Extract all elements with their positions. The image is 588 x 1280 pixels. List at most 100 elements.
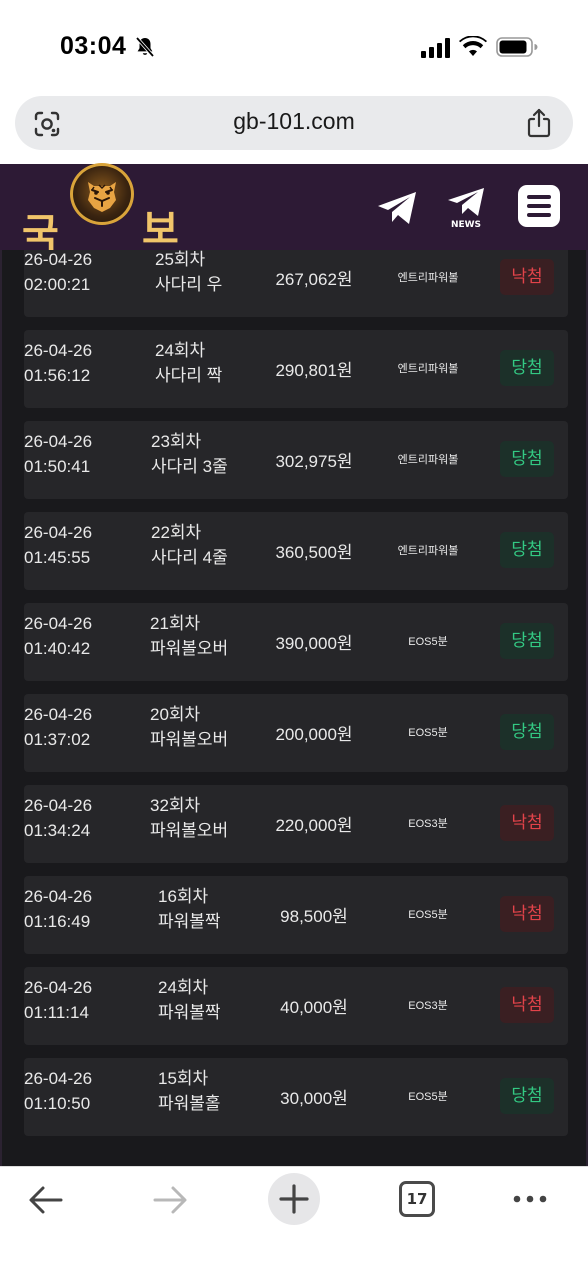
bet-pick: 사다리 3줄 [151, 457, 228, 476]
status-bar: 03:04 [0, 0, 588, 92]
bet-pick: 사다리 4줄 [151, 548, 228, 567]
bet-amount: 290,801원 [275, 361, 353, 380]
bet-date: 26-04-26 [24, 614, 93, 633]
bet-datetime: 26-04-26 02:00:21 [24, 250, 92, 297]
bet-round-pick: 24회차사다리 짝 [155, 338, 222, 388]
bet-round-pick: 23회차 사다리 3줄 [151, 429, 228, 479]
battery-icon [496, 37, 538, 57]
bet-row[interactable]: 26-04-26 01:50:41 23회차 사다리 3줄 302,975원 엔트리파워볼… [24, 421, 568, 499]
bet-round: 15회차 [158, 1069, 209, 1088]
result-badge: 당첨 [500, 1078, 554, 1114]
bet-date: 26-04-26 [24, 978, 93, 997]
bet-round: 24회차 [158, 978, 209, 997]
tiger-face-icon [88, 182, 116, 212]
bet-row[interactable]: 26-04-26 01:37:02 20회차 파워볼오버 200,000원 EOS5분 당첨 [24, 694, 568, 772]
bet-datetime: 26-04-26 01:16:49 [24, 884, 92, 934]
bet-amount: 302,975원 [275, 452, 353, 471]
bet-time: 01:56:12 [24, 366, 91, 385]
bet-row[interactable]: 26-04-26 01:10:50 15회차 파워볼홀 30,000원 EOS5분 당첨 [24, 1058, 568, 1136]
bet-datetime: 26-04-26 01:40:42 [24, 611, 92, 661]
bet-round-pick: 25회차 사다리 우 [155, 250, 222, 297]
game-name: EOS3분 [408, 1000, 448, 1012]
bet-datetime: 26-04-26 01:37:02 [24, 702, 92, 752]
bet-pick: 파워볼오버 [150, 730, 229, 749]
game-name: EOS5분 [408, 909, 448, 921]
bet-row[interactable]: 26-04-26 01:34:24 32회차파워볼오버 220,000원 EOS3분 낙첨 [24, 785, 568, 863]
logo-text-left[interactable]: 국 [22, 214, 59, 254]
url-text[interactable]: gb-101.com [15, 108, 573, 135]
result-badge: 당첨 [500, 350, 554, 386]
bet-date: 26-04-26 [24, 341, 93, 360]
more-options-icon[interactable] [512, 1193, 548, 1205]
bet-round: 21회차 [150, 614, 201, 633]
telegram-icon[interactable] [376, 190, 418, 226]
bet-date: 26-04-26 [24, 432, 93, 451]
bet-pick: 파워볼홀 [158, 1094, 221, 1113]
bet-amount: 220,000원 [275, 816, 353, 835]
bet-pick: 파워볼짝 [158, 1003, 221, 1022]
result-badge: 낙첨 [500, 896, 554, 932]
plus-icon [279, 1184, 309, 1214]
bet-date: 26-04-26 [24, 705, 93, 724]
logo-text-right[interactable]: 보 [142, 210, 179, 250]
bet-round: 24회차 [155, 341, 206, 360]
bet-round: 32회차 [150, 796, 201, 815]
bet-row[interactable]: 26-04-26 01:45:55 22회차 사다리 4줄 360,500원 엔트리파워볼… [24, 512, 568, 590]
address-bar[interactable]: gb-101.com [15, 96, 573, 150]
bet-date: 26-04-26 [24, 523, 93, 542]
bet-time: 01:40:42 [24, 639, 91, 658]
new-tab-button[interactable] [268, 1173, 320, 1225]
news-label: NEWS [450, 220, 482, 230]
bet-row[interactable]: 26-04-26 01:11:14 24회차 파워볼짝 40,000원 EOS3분 낙첨 [24, 967, 568, 1045]
bet-row[interactable]: 26-04-26 01:40:42 21회차 파워볼오버 390,000원 EOS5분 당첨 [24, 603, 568, 681]
bet-round: 22회차 [151, 523, 202, 542]
bet-time: 01:10:50 [24, 1094, 91, 1113]
telegram-news-icon [448, 188, 484, 216]
bet-pick: 사다리 짝 [155, 366, 223, 385]
bet-time: 01:16:49 [24, 912, 91, 931]
bell-off-icon [135, 36, 155, 58]
share-icon[interactable] [525, 108, 553, 138]
bet-amount: 98,500원 [280, 907, 348, 926]
game-name: 엔트리파워볼 [397, 545, 459, 557]
game-name: EOS5분 [408, 727, 448, 739]
bet-time: 01:45:55 [24, 548, 91, 567]
game-name: 엔트리파워볼 [397, 272, 459, 284]
bet-amount: 40,000원 [280, 998, 348, 1017]
bet-round-pick: 20회차 파워볼오버 [150, 702, 228, 752]
bet-time: 01:34:24 [24, 821, 91, 840]
back-arrow-icon[interactable] [28, 1185, 64, 1215]
bet-datetime: 26-04-26 01:11:14 [24, 975, 92, 1025]
bet-row[interactable]: 26-04-26 01:16:49 16회차 파워볼짝 98,500원 EOS5분 낙첨 [24, 876, 568, 954]
tab-switcher-button[interactable]: 17 [399, 1181, 435, 1217]
result-badge: 당첨 [500, 532, 554, 568]
bet-round-pick: 32회차파워볼오버 [150, 793, 228, 843]
tiger-logo-icon[interactable] [70, 163, 134, 225]
bet-datetime: 26-04-26 01:34:24 [24, 793, 92, 843]
bet-time: 01:11:14 [24, 1003, 89, 1022]
bet-datetime: 26-04-26 01:56:12 [24, 338, 92, 388]
forward-arrow-icon[interactable] [152, 1185, 188, 1215]
bet-amount: 30,000원 [280, 1089, 348, 1108]
bet-datetime: 26-04-26 01:50:41 [24, 429, 92, 479]
bet-time: 02:00:21 [24, 275, 91, 294]
bet-amount: 390,000원 [275, 634, 353, 653]
browser-toolbar: 17 [0, 1166, 588, 1280]
game-name: 엔트리파워볼 [397, 363, 459, 375]
bet-row[interactable]: 26-04-26 01:56:12 24회차사다리 짝 290,801원 엔트리파워볼 당… [24, 330, 568, 408]
menu-button[interactable] [518, 185, 560, 227]
bet-date: 26-04-26 [24, 887, 93, 906]
result-badge: 낙첨 [500, 805, 554, 841]
bet-date: 26-04-26 [24, 250, 93, 269]
game-name: 엔트리파워볼 [397, 454, 459, 466]
bet-pick: 파워볼오버 [150, 821, 229, 840]
bet-row[interactable]: 26-04-26 02:00:21 25회차 사다리 우 267,062원 엔트리파워볼 낙… [24, 250, 568, 317]
bet-amount: 200,000원 [275, 725, 353, 744]
bet-time: 01:37:02 [24, 730, 91, 749]
bet-round-pick: 22회차사다리 4줄 [151, 520, 228, 570]
game-name: EOS3분 [408, 818, 448, 830]
bet-round-pick: 15회차파워볼홀 [158, 1066, 221, 1116]
telegram-news-button[interactable]: NEWS [446, 186, 486, 230]
bet-round-pick: 24회차파워볼짝 [158, 975, 221, 1025]
bet-round: 16회차 [158, 887, 209, 906]
